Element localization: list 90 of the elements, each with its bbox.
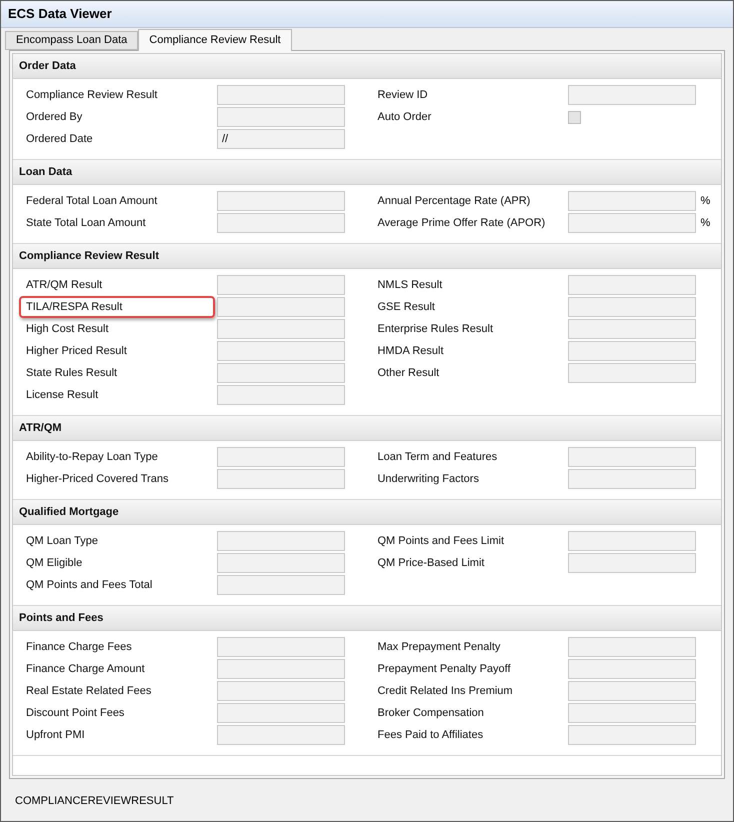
text-field[interactable] [568,725,696,745]
tab[interactable]: Compliance Review Result [138,29,292,51]
text-field[interactable] [568,469,696,489]
field-label: Enterprise Rules Result [377,322,494,337]
unit-label: % [700,194,710,209]
text-field[interactable] [217,531,345,551]
checkbox[interactable] [568,110,582,124]
text-field[interactable] [217,725,345,745]
unit-label: % [700,216,710,231]
field-label: Underwriting Factors [377,472,480,487]
field-label: Ordered By [26,110,84,125]
text-field[interactable] [568,637,696,657]
field-label: Discount Point Fees [26,706,126,721]
text-field[interactable] [217,575,345,595]
text-field[interactable] [217,297,345,317]
field-label: Auto Order [377,110,432,125]
field-label: QM Points and Fees Total [26,578,154,593]
text-field[interactable] [217,213,345,233]
field-label: Real Estate Related Fees [26,684,152,699]
text-field[interactable] [568,553,696,573]
text-field[interactable] [217,363,345,383]
text-field[interactable] [568,297,696,317]
field-label: License Result [26,388,100,403]
field-label: Annual Percentage Rate (APR) [377,194,532,209]
field-label: Review ID [377,88,429,103]
text-field[interactable] [217,469,345,489]
field-label: Compliance Review Result [26,88,158,103]
field-label: Max Prepayment Penalty [377,640,502,655]
field-label: Broker Compensation [377,706,485,721]
text-field[interactable] [568,703,696,723]
section-title: Points and Fees [19,610,104,626]
status-text: COMPLIANCEREVIEWRESULT [15,795,174,807]
field-label: HMDA Result [377,344,445,359]
field-label: State Total Loan Amount [26,216,147,231]
text-field[interactable] [568,319,696,339]
field-label: TILA/RESPA Result [19,296,215,318]
field-label: QM Eligible [26,556,84,571]
field-label: Finance Charge Fees [26,640,133,655]
field-label: NMLS Result [377,278,444,293]
field-label: Ordered Date [26,132,94,147]
text-field[interactable] [568,213,696,233]
text-field[interactable] [568,659,696,679]
section-title: Loan Data [19,164,72,180]
text-field[interactable] [217,385,345,405]
text-field[interactable] [217,637,345,657]
section-title: ATR/QM [19,420,62,436]
field-label: QM Loan Type [26,534,99,549]
field-label: ATR/QM Result [26,278,104,293]
field-label: Upfront PMI [26,728,86,743]
field-label: Other Result [377,366,440,381]
field-label: State Rules Result [26,366,118,381]
field-label: GSE Result [377,300,436,315]
field-label: High Cost Result [26,322,110,337]
field-label: Average Prime Offer Rate (APOR) [377,216,546,231]
field-label: Prepayment Penalty Payoff [377,662,512,677]
field-label: Higher-Priced Covered Trans [26,472,170,487]
text-field[interactable] [217,447,345,467]
text-field[interactable] [217,341,345,361]
field-label: Finance Charge Amount [26,662,146,677]
text-field[interactable] [568,275,696,295]
field-label: Ability-to-Repay Loan Type [26,450,159,465]
window-title: ECS Data Viewer [8,5,112,24]
field-label: Fees Paid to Affiliates [377,728,484,743]
field-label: QM Price-Based Limit [377,556,486,571]
text-field[interactable] [217,191,345,211]
field-label: QM Points and Fees Limit [377,534,506,549]
text-field[interactable] [217,107,345,127]
field-label: Loan Term and Features [377,450,498,465]
text-field[interactable] [217,85,345,105]
text-field[interactable] [217,681,345,701]
section-title: Order Data [19,58,76,74]
field-label: Credit Related Ins Premium [377,684,514,699]
text-field[interactable] [217,553,345,573]
field-label: Federal Total Loan Amount [26,194,158,209]
text-field[interactable] [568,531,696,551]
text-field[interactable] [217,275,345,295]
text-field[interactable] [217,659,345,679]
text-field[interactable] [568,191,696,211]
field-label: Higher Priced Result [26,344,128,359]
text-field[interactable] [568,363,696,383]
text-field[interactable]: // [217,129,345,149]
text-field[interactable] [568,447,696,467]
tab[interactable]: Encompass Loan Data [5,31,138,50]
text-field[interactable] [217,319,345,339]
text-field[interactable] [217,703,345,723]
text-field[interactable] [568,681,696,701]
section-title: Compliance Review Result [19,248,159,264]
text-field[interactable] [568,341,696,361]
text-field[interactable] [568,85,696,105]
section-title: Qualified Mortgage [19,504,119,520]
